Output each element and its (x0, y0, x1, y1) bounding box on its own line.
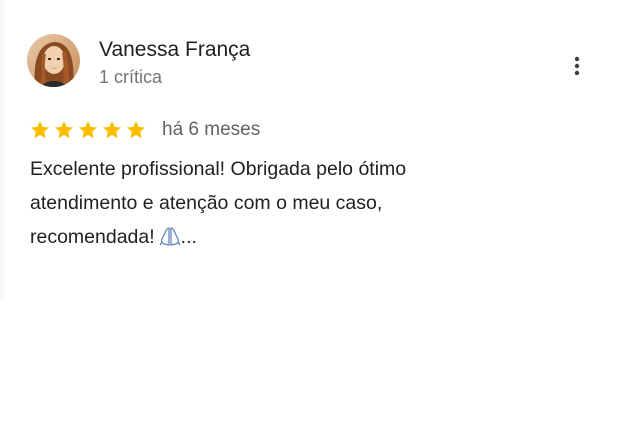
more-vert-icon (574, 56, 580, 76)
avatar-photo-icon (27, 34, 80, 87)
read-more-link[interactable]: ... (181, 226, 197, 248)
avatar[interactable] (27, 34, 80, 87)
folded-hands-icon (159, 223, 181, 257)
reviewer-review-count[interactable]: 1 crítica (99, 67, 162, 88)
review-header: Vanessa França 1 crítica (27, 34, 597, 92)
star-icon (79, 121, 97, 139)
review-body: Excelente profissional! Obrigada pelo ót… (30, 158, 407, 248)
card-edge-shadow (0, 0, 6, 300)
star-icon (103, 121, 121, 139)
rating-row: há 6 meses (29, 117, 260, 143)
reviewer-name[interactable]: Vanessa França (99, 38, 250, 62)
star-rating (29, 119, 147, 141)
star-icon (127, 121, 145, 139)
star-icon (55, 121, 73, 139)
review-date: há 6 meses (162, 119, 261, 140)
review-text: Excelente profissional! Obrigada pelo ót… (30, 152, 510, 257)
star-icon (31, 121, 49, 139)
more-options-button[interactable] (562, 48, 592, 84)
review-card: Vanessa França 1 crítica há 6 meses Exce… (0, 0, 625, 300)
